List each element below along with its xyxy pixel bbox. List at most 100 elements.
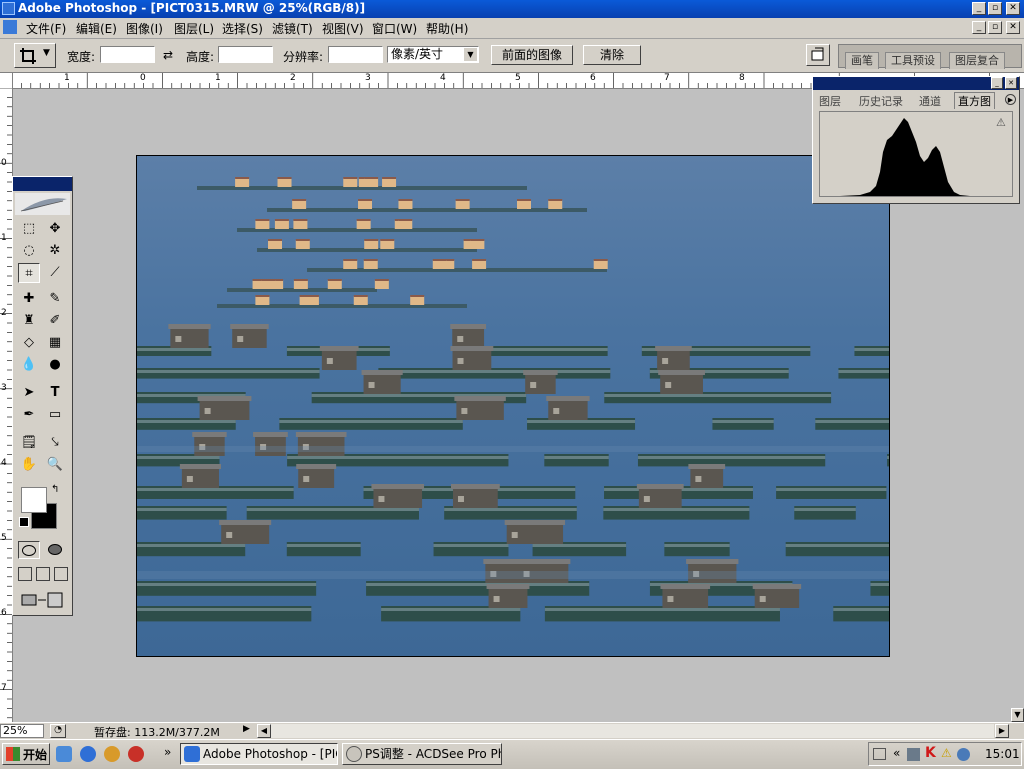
scroll-right-button[interactable]: ▶ [995, 724, 1009, 738]
ie-icon[interactable] [80, 746, 96, 762]
width-input[interactable] [100, 46, 155, 63]
menu-view[interactable]: 视图(V) [322, 20, 364, 37]
brush-tool-icon[interactable]: ✎ [44, 289, 66, 309]
crop-icon [20, 48, 36, 64]
start-button[interactable]: 开始 [2, 743, 50, 765]
zoom-tool-icon[interactable]: 🔍 [44, 455, 66, 475]
palette-tab-layers[interactable]: 图层 [819, 93, 841, 109]
lasso-tool-icon[interactable]: ◌ [18, 241, 40, 261]
tray-expand-icon[interactable]: « [893, 746, 900, 760]
menu-filter[interactable]: 滤镜(T) [272, 20, 313, 37]
status-arrow-icon[interactable]: ▶ [243, 724, 255, 738]
pen-tool-icon[interactable]: ✒ [18, 405, 40, 425]
warning-icon[interactable]: ⚠ [996, 116, 1006, 129]
doc-close-button[interactable]: ✕ [1006, 21, 1020, 34]
palette-tab-brushes[interactable]: 画笔 [845, 52, 879, 69]
palette-menu-icon[interactable]: ▶ [1005, 94, 1016, 105]
standard-mode-button[interactable] [18, 541, 40, 559]
document-icon[interactable] [3, 20, 17, 34]
task-acdsee[interactable]: PS调整 - ACDSee Pro Ph... [342, 743, 502, 765]
height-label: 高度: [186, 50, 215, 64]
windows-logo-icon [6, 747, 20, 761]
quick-mask-button[interactable] [44, 541, 66, 559]
notes-tool-icon[interactable]: 🗒 [18, 433, 40, 453]
menu-help[interactable]: 帮助(H) [426, 20, 468, 37]
antivirus-icon[interactable]: K [925, 745, 936, 761]
menu-file[interactable]: 文件(F) [26, 20, 66, 37]
healing-brush-tool-icon[interactable]: ✚ [18, 289, 40, 309]
slice-tool-icon[interactable]: ⟋ [44, 263, 66, 283]
palette-tab-channels[interactable]: 通道 [919, 93, 941, 109]
media-player-icon[interactable] [104, 746, 120, 762]
screen-mode-standard-icon[interactable] [18, 567, 32, 581]
jump-to-imageready-button[interactable] [18, 591, 66, 609]
move-tool-icon[interactable]: ✥ [44, 219, 66, 239]
palette-tab-history[interactable]: 历史记录 [859, 93, 903, 109]
horizontal-scrollbar[interactable] [271, 724, 994, 738]
eraser-tool-icon[interactable]: ◇ [18, 333, 40, 353]
palette-minimize-button[interactable]: _ [991, 77, 1003, 89]
menu-edit[interactable]: 编辑(E) [76, 20, 117, 37]
history-brush-tool-icon[interactable]: ✐ [44, 311, 66, 331]
default-colors-icon[interactable] [19, 517, 29, 527]
menu-window[interactable]: 窗口(W) [372, 20, 417, 37]
document-image[interactable] [136, 155, 890, 657]
foreground-color-swatch[interactable] [21, 487, 47, 513]
toolbox-title-bar[interactable] [13, 177, 72, 191]
maximize-button[interactable]: ▫ [988, 2, 1002, 15]
system-tray: « K ⚠ 15:01 [868, 742, 1022, 766]
show-desktop-icon[interactable] [56, 746, 72, 762]
swap-colors-icon[interactable]: ↰ [51, 484, 59, 495]
palette-tab-histogram[interactable]: 直方图 [954, 92, 995, 109]
palette-title-bar[interactable]: _ ✕ [813, 77, 1019, 90]
hand-tool-icon[interactable]: ✋ [18, 455, 40, 475]
menu-image[interactable]: 图像(I) [126, 20, 163, 37]
tray-app-icon[interactable] [957, 748, 970, 761]
ruler-number: 1 [215, 73, 221, 83]
menu-select[interactable]: 选择(S) [222, 20, 263, 37]
clear-button[interactable]: 清除 [583, 45, 641, 65]
eyedropper-tool-icon[interactable]: ⤥ [44, 433, 66, 453]
palette-browser-button[interactable] [806, 44, 830, 66]
palette-tab-layer-comps[interactable]: 图层复合 [949, 52, 1005, 69]
doc-restore-button[interactable]: ▫ [988, 21, 1002, 34]
clone-stamp-tool-icon[interactable]: ♜ [18, 311, 40, 331]
gradient-tool-icon[interactable]: ▦ [44, 333, 66, 353]
palette-tab-tool-presets[interactable]: 工具预设 [885, 52, 941, 69]
scratch-disk-info: 暂存盘: 113.2M/377.2M [94, 726, 220, 739]
ruler-number: 0 [1, 158, 7, 168]
swap-icon[interactable]: ⇄ [163, 48, 173, 62]
marquee-tool-icon[interactable]: ⬚ [18, 219, 40, 239]
screen-mode-full-icon[interactable] [54, 567, 68, 581]
scroll-left-button[interactable]: ◀ [257, 724, 271, 738]
dodge-tool-icon[interactable]: ● [44, 355, 66, 375]
close-button[interactable]: ✕ [1006, 2, 1020, 15]
quicklaunch-expand-icon[interactable]: » [164, 745, 171, 759]
shape-tool-icon[interactable]: ▭ [44, 405, 66, 425]
type-tool-icon[interactable]: T [44, 383, 66, 403]
warning-icon[interactable]: ⚠ [941, 746, 952, 760]
magic-wand-tool-icon[interactable]: ✲ [44, 241, 66, 261]
zoom-input[interactable]: 25% [0, 724, 44, 738]
adobe-online-button[interactable] [15, 193, 70, 215]
keyboard-icon[interactable] [873, 748, 886, 760]
doc-minimize-button[interactable]: _ [972, 21, 986, 34]
quicklaunch-app-icon[interactable] [128, 746, 144, 762]
task-photoshop[interactable]: Adobe Photoshop - [PIC... [180, 743, 338, 765]
tool-preset-picker[interactable]: ▼ [14, 43, 56, 68]
crop-tool-icon[interactable]: ⌗ [18, 263, 40, 283]
screen-mode-menubar-icon[interactable] [36, 567, 50, 581]
palette-close-button[interactable]: ✕ [1005, 77, 1017, 89]
blur-tool-icon[interactable]: 💧 [18, 355, 40, 375]
network-icon[interactable] [907, 748, 920, 761]
resolution-input[interactable] [328, 46, 383, 63]
menu-layer[interactable]: 图层(L) [174, 20, 214, 37]
minimize-button[interactable]: _ [972, 2, 986, 15]
path-selection-tool-icon[interactable]: ➤ [18, 383, 40, 403]
status-menu-icon[interactable]: ◔ [50, 724, 66, 738]
scroll-down-button[interactable]: ▼ [1011, 708, 1024, 722]
front-image-button[interactable]: 前面的图像 [491, 45, 573, 65]
height-input[interactable] [218, 46, 273, 63]
resolution-unit-select[interactable]: 像素/英寸 ▼ [387, 46, 479, 63]
ruler-number: 1 [64, 73, 70, 83]
